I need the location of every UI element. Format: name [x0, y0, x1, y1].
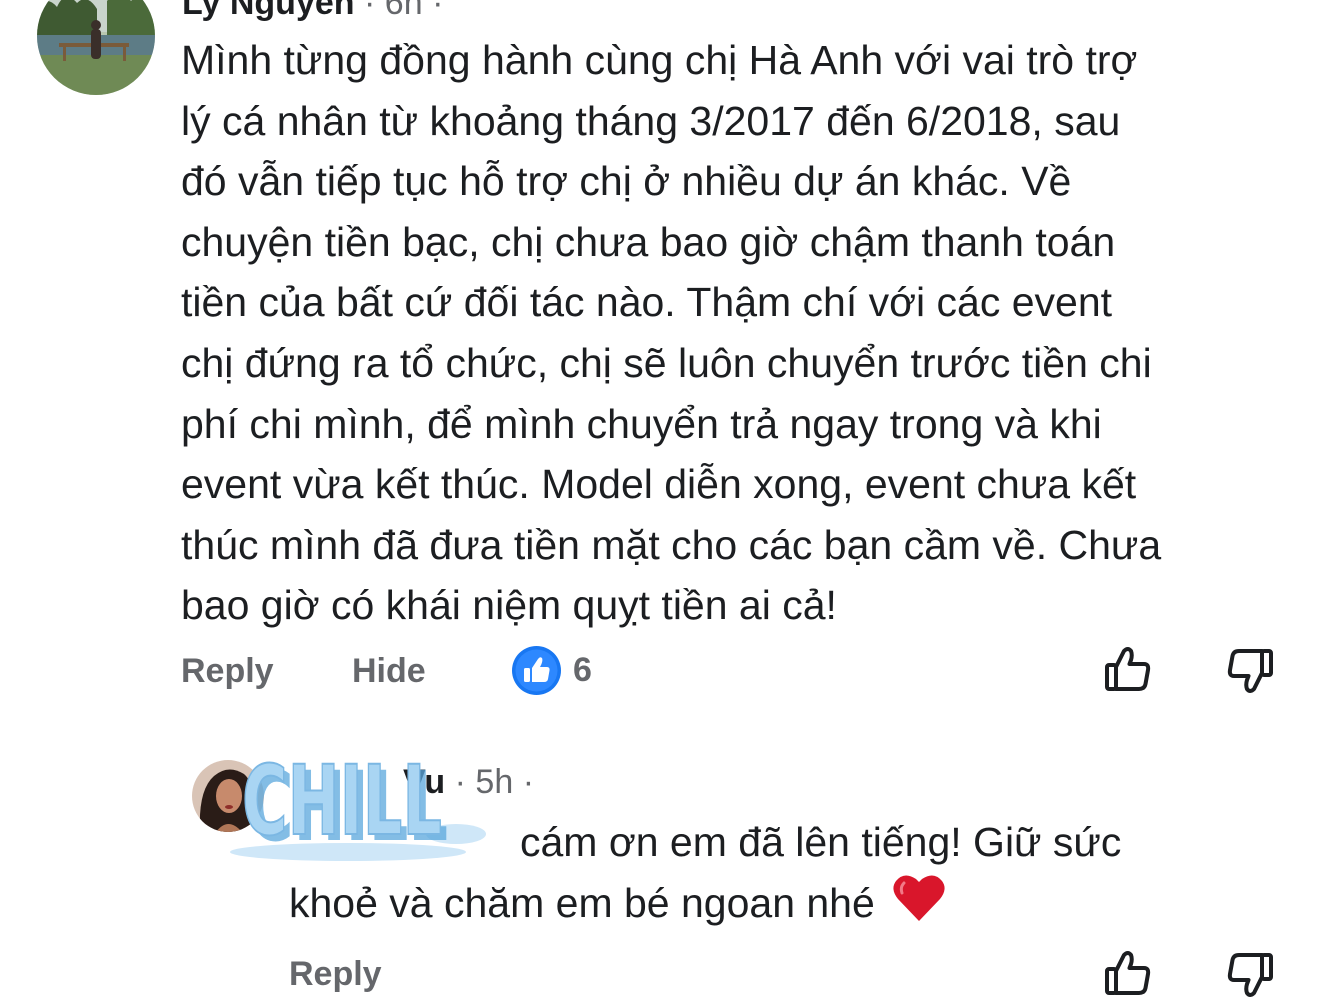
- comment-text: Mình từng đồng hành cùng chị Hà Anh với …: [181, 37, 1162, 629]
- comment-header: Ly Nguyen · 6h ·: [182, 0, 443, 23]
- comment-author[interactable]: Ly Nguyen: [182, 0, 355, 22]
- reply-text-line-2: khoẻ và chăm em bé ngoan nhé: [289, 873, 946, 940]
- reply-reply-button[interactable]: Reply: [289, 955, 382, 994]
- reply-upvote-icon[interactable]: [1104, 950, 1152, 1001]
- downvote-icon[interactable]: [1226, 648, 1274, 699]
- comment-time[interactable]: 6h: [385, 0, 423, 22]
- sticker-text: CHILL: [242, 752, 442, 857]
- reply-text-line-2-text: khoẻ và chăm em bé ngoan nhé: [289, 880, 875, 927]
- commenter-avatar[interactable]: [37, 0, 155, 95]
- like-icon: [512, 646, 561, 695]
- heart-icon: [892, 873, 946, 940]
- upvote-icon[interactable]: [1104, 646, 1152, 697]
- reaction-summary[interactable]: 6: [512, 646, 592, 695]
- reply-downvote-icon[interactable]: [1226, 952, 1274, 1003]
- chill-sticker: CHILL CHILL: [228, 744, 510, 864]
- reply-button[interactable]: Reply: [181, 652, 274, 691]
- reply-text-line-1: cám ơn em đã lên tiếng! Giữ sức: [520, 819, 1122, 865]
- reaction-count: 6: [573, 651, 592, 689]
- hide-button[interactable]: Hide: [352, 652, 426, 691]
